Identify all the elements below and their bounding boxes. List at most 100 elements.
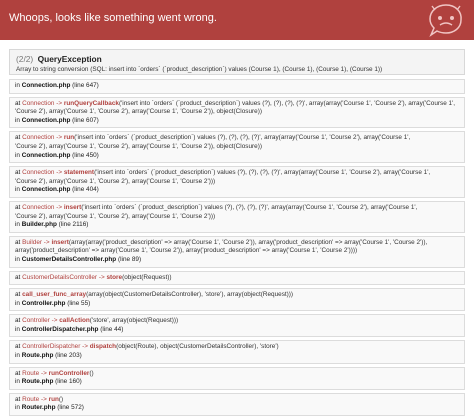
trace-call-line: at Builder -> insert(array(array('produc… [15, 239, 459, 248]
trace-line-number: (line 647) [70, 82, 99, 89]
trace-arrow: -> [54, 169, 64, 177]
trace-call-line: at Connection -> statement('insert into … [15, 169, 459, 178]
trace-file[interactable]: CustomerDetailsController.php [22, 256, 116, 263]
trace-args-continued: 'Course 2'), array('Course 1', 'Course 2… [15, 177, 216, 185]
trace-line-number: (line 44) [98, 325, 124, 333]
trace-args: ('insert into `orders` (`product_descrip… [94, 169, 431, 177]
trace-call-line: at CustomerDetailsController -> store(ob… [15, 274, 459, 283]
trace-frame[interactable]: at Connection -> insert('insert into `or… [9, 200, 465, 233]
trace-frame[interactable]: in Connection.php (line 647) [9, 79, 465, 94]
trace-class[interactable]: Controller [22, 317, 50, 324]
trace-file[interactable]: Controller.php [22, 300, 66, 307]
trace-class[interactable]: Route [22, 396, 39, 403]
trace-line-number: (line 55) [65, 299, 91, 307]
trace-args: (object(Route), object(CustomerDetailsCo… [116, 343, 279, 351]
trace-line-number: (line 450) [70, 151, 99, 159]
trace-file[interactable]: Router.php [22, 404, 56, 411]
trace-args: (object(Request)) [122, 273, 172, 281]
trace-function[interactable]: runQueryCallback [64, 100, 119, 107]
trace-function[interactable]: store [106, 274, 122, 281]
trace-file-line: in Connection.php (line 607) [15, 117, 459, 126]
trace-function[interactable]: callAction [59, 317, 90, 324]
error-header: Whoops, looks like something went wrong. [0, 0, 474, 40]
trace-frame[interactable]: at Connection -> runQueryCallback('inser… [9, 96, 465, 129]
trace-arrow: -> [49, 317, 60, 325]
trace-frame[interactable]: at Connection -> statement('insert into … [9, 166, 465, 198]
stack-trace: in Connection.php (line 647) at Connectio… [9, 79, 465, 416]
trace-file[interactable]: ControllerDispatcher.php [22, 326, 99, 333]
trace-class[interactable]: Connection [22, 134, 54, 141]
trace-file[interactable]: Builder.php [22, 221, 57, 228]
trace-file-line: in ControllerDispatcher.php (line 44) [15, 326, 459, 335]
trace-class[interactable]: CustomerDetailsController [22, 274, 97, 281]
trace-class[interactable]: Route [22, 370, 39, 377]
trace-file[interactable]: Route.php [22, 352, 54, 359]
trace-class[interactable]: Connection [22, 100, 54, 107]
trace-frame[interactable]: at CustomerDetailsController -> store(ob… [9, 270, 465, 286]
trace-function[interactable]: statement [64, 169, 94, 176]
trace-args: () [89, 369, 94, 377]
trace-in-label: in [15, 255, 22, 263]
trace-function[interactable]: run [64, 134, 74, 141]
trace-file-line: in Connection.php (line 450) [15, 152, 459, 161]
trace-arrow: -> [54, 99, 64, 107]
trace-in-label: in [15, 352, 22, 360]
trace-args-continued: 'Course 2'), array('Course 1', 'Course 2… [15, 212, 216, 220]
exception-title: (2/2) QueryException [16, 54, 458, 65]
trace-line-number: (line 89) [116, 255, 142, 263]
trace-line-number: (line 2116) [56, 221, 89, 229]
trace-call-line: at Controller -> callAction('store', arr… [15, 317, 459, 326]
trace-file-line: in Connection.php (line 647) [15, 82, 459, 91]
trace-in-label: in [15, 404, 22, 412]
trace-arrow: -> [80, 343, 90, 351]
trace-in-label: in [15, 299, 22, 307]
trace-frame[interactable]: at Route -> run() in Router.php (line 572… [9, 392, 465, 416]
trace-args: (array(object(CustomerDetailsController)… [86, 291, 294, 299]
trace-frame[interactable]: at Builder -> insert(array(array('produc… [9, 235, 465, 268]
trace-arrow: -> [54, 134, 64, 142]
trace-class[interactable]: ControllerDispatcher [22, 343, 80, 350]
trace-in-label: in [15, 82, 22, 89]
whoops-mascot-icon [429, 4, 462, 38]
trace-file[interactable]: Connection.php [22, 117, 71, 124]
trace-frame[interactable]: at Connection -> run('insert into `order… [9, 131, 465, 164]
exception-box: (2/2) QueryException Array to string con… [9, 49, 465, 75]
trace-call-line: at Route -> run() [15, 396, 459, 405]
trace-frame[interactable]: at call_user_func_array(array(object(Cus… [9, 288, 465, 312]
trace-class[interactable]: Builder [22, 239, 42, 246]
trace-class[interactable]: Connection [22, 204, 54, 211]
trace-frame[interactable]: at ControllerDispatcher -> dispatch(obje… [9, 340, 465, 364]
trace-call-line: at Connection -> insert('insert into `or… [15, 204, 459, 213]
trace-file[interactable]: Connection.php [22, 82, 71, 89]
trace-in-label: in [15, 325, 22, 333]
trace-args: ('insert into `orders` (`product_descrip… [118, 99, 456, 107]
trace-function[interactable]: dispatch [90, 343, 116, 350]
trace-function[interactable]: insert [51, 239, 68, 246]
trace-args-continued: 'Course 2'), array('Course 1', 'Course 2… [15, 108, 262, 116]
trace-file-line: in Route.php (line 203) [15, 352, 459, 361]
trace-frame[interactable]: at Controller -> callAction('store', arr… [9, 314, 465, 338]
trace-args: ('insert into `orders` (`product_descrip… [81, 203, 418, 211]
trace-function[interactable]: call_user_func_array [22, 291, 86, 298]
trace-file-line: in Connection.php (line 404) [15, 186, 459, 195]
trace-args: () [58, 395, 64, 403]
exception-count: (2/2) [16, 54, 34, 64]
trace-call-line: at ControllerDispatcher -> dispatch(obje… [15, 343, 459, 352]
trace-arrow: -> [54, 203, 64, 211]
trace-function[interactable]: insert [64, 204, 81, 211]
trace-file[interactable]: Connection.php [22, 186, 71, 193]
trace-file[interactable]: Connection.php [22, 152, 71, 159]
trace-file[interactable]: Route.php [22, 378, 54, 385]
trace-function[interactable]: run [49, 396, 59, 403]
trace-args: ('store', array(object(Request))) [89, 317, 179, 325]
trace-call-line: at Connection -> runQueryCallback('inser… [15, 100, 459, 109]
trace-function[interactable]: runController [49, 370, 90, 377]
trace-args-continued: array('product_description' => array('Co… [15, 247, 358, 255]
trace-arrow: -> [39, 369, 49, 377]
trace-args: ('insert into `orders` (`product_descrip… [74, 134, 411, 142]
trace-file-line: in Route.php (line 160) [15, 378, 459, 387]
trace-file-line: in Builder.php (line 2116) [15, 221, 459, 230]
trace-in-label: in [15, 378, 22, 386]
trace-class[interactable]: Connection [22, 169, 54, 176]
trace-frame[interactable]: at Route -> runController() in Route.php … [9, 366, 465, 390]
